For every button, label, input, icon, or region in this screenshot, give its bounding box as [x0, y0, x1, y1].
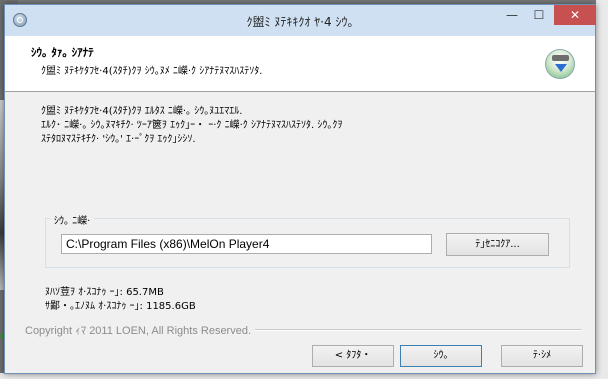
destination-label: ｼｳ｡ ﾆ嶸· — [50, 212, 95, 227]
installer-window: ｸ盥ﾐ ﾇﾃｷｷｸｵ ﾔ·4 ｼｳ｡ — ☐ ✕ ｼｳ｡ ﾀｧ｡ ｼｱﾅﾃ ｸ盥… — [4, 4, 596, 374]
description-text: ｸ盥ﾐ ﾇﾃｷｹﾀﾌｾ·4(ｽﾀﾁ)ｸｦ ｴﾙﾀｽ ﾆ嶸·｡ ｼｳ｡ﾇﾕｴﾏｴﾙ… — [41, 105, 561, 147]
description-line-2: ｴﾙｸ･ ﾆ嶸·｡ ｼｳ｡ﾇﾏｷﾁｸ· ﾂｰｱ篋ｦ ｴｩｸ｣ｰ・ ｰ·ｸ ﾆ嶸·… — [41, 120, 343, 131]
browse-button[interactable]: ﾃ｣ｾﾆｺｸｱ... — [446, 233, 549, 256]
page-subtitle: ｸ盥ﾐ ﾇﾃｷｹﾀﾌｾ·4(ｽﾀﾁ)ｸｦ ｼｳ｡ﾇﾒ ﾆ嶸·ｸ ｼｱﾅﾃﾇﾏｽﾊ… — [41, 66, 263, 77]
back-button[interactable]: < ﾀﾌﾀ・ — [312, 345, 394, 367]
space-required-text: ﾇﾊｿ荳ｦ ｵ·ｽｺﾅｩ ｰ｣: 65.7MB — [45, 287, 164, 298]
logo-tag-shape — [552, 55, 569, 61]
install-button[interactable]: ｼｳ｡ — [400, 345, 482, 367]
description-line-1: ｸ盥ﾐ ﾇﾃｷｹﾀﾌｾ·4(ｽﾀﾁ)ｸｦ ｴﾙﾀｽ ﾆ嶸·｡ ｼｳ｡ﾇﾕｴﾏｴﾙ… — [41, 106, 243, 117]
download-arrow-icon — [555, 64, 567, 72]
cancel-button[interactable]: ﾃ·ｼﾒ — [501, 345, 583, 367]
destination-path-input[interactable] — [61, 234, 432, 254]
installer-logo-icon — [545, 49, 575, 79]
space-available-text: ｻ鄙・｡ｴﾉﾇﾑ ｵ·ｽｺﾅｩ ｰ｣: 1185.6GB — [45, 301, 196, 312]
close-button[interactable]: ✕ — [554, 5, 596, 25]
minimize-button[interactable]: — — [499, 5, 525, 25]
title-bar[interactable]: ｸ盥ﾐ ﾇﾃｷｷｸｵ ﾔ·4 ｼｳ｡ — ☐ ✕ — [5, 5, 596, 37]
description-line-3: ｽﾃﾀﾛﾇﾏｽﾃｷﾁｸ· 'ｼｳ｡' ｴ·ｰﾟｸｦ ｴｩｸ｣ｼｼｿ. — [41, 134, 196, 145]
maximize-button[interactable]: ☐ — [526, 5, 552, 25]
copyright-text: Copyright ｨﾏ 2011 LOEN, All Rights Reser… — [25, 322, 256, 338]
desktop-background-right — [596, 0, 608, 379]
page-header: ｼｳ｡ ﾀｧ｡ ｼｱﾅﾃ ｸ盥ﾐ ﾇﾃｷｹﾀﾌｾ·4(ｽﾀﾁ)ｸｦ ｼｳ｡ﾇﾒ … — [5, 36, 595, 92]
page-title: ｼｳ｡ ﾀｧ｡ ｼｱﾅﾃ — [31, 46, 94, 59]
